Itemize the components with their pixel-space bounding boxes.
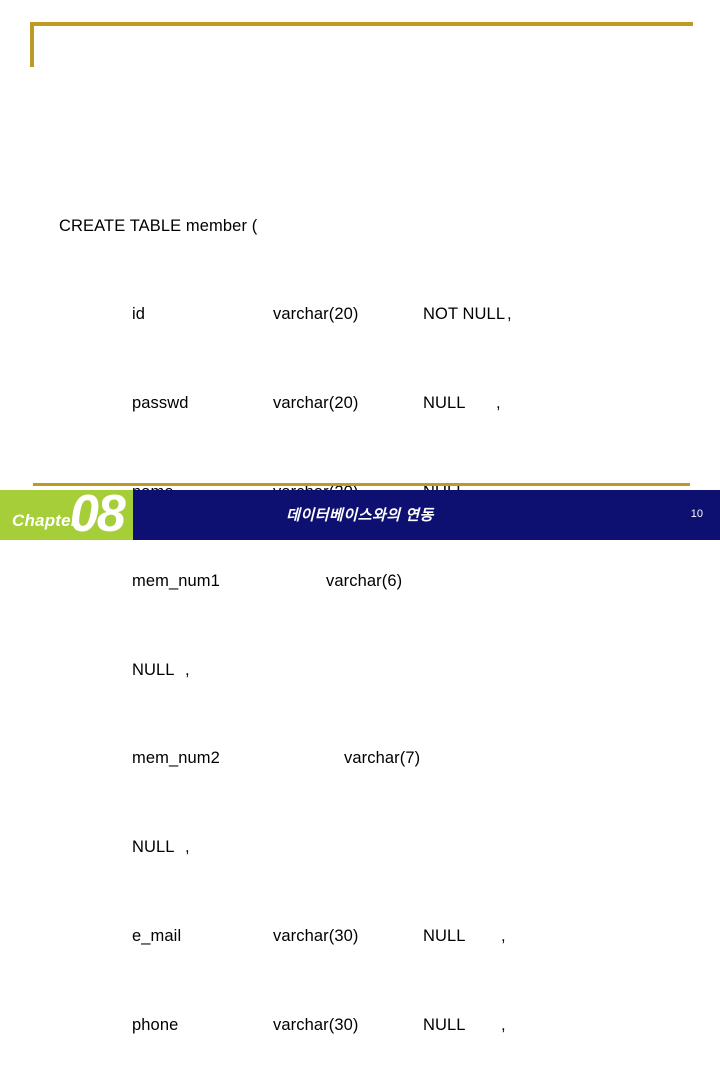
code-line: NULL, (0, 659, 720, 681)
column-null: NULL (132, 660, 175, 679)
column-separator: , (185, 838, 190, 857)
code-line: e_mail varchar(30) NULL, (0, 925, 720, 947)
column-type: varchar(20) (273, 394, 359, 413)
column-type: varchar(20) (273, 305, 359, 324)
column-separator: , (185, 660, 190, 679)
column-name: phone (132, 1015, 179, 1034)
column-null: NULL (423, 394, 466, 413)
footer-bar: Chapter 08 데이터베이스와의 연동 10 (0, 488, 720, 540)
code-line: mem_num2 varchar(7) (0, 747, 720, 769)
column-separator: , (501, 1015, 506, 1034)
top-rule-vertical (30, 22, 34, 67)
column-type: varchar(7) (344, 749, 421, 768)
column-name: passwd (132, 394, 189, 413)
slide: CREATE TABLE member ( id varchar(20) NOT N… (0, 0, 720, 1034)
column-separator: , (501, 926, 506, 945)
column-type: varchar(30) (273, 926, 359, 945)
code-line: CREATE TABLE member ( (0, 215, 720, 237)
column-separator: , (496, 394, 501, 413)
footer-title: 데이터베이스와의 연동 (286, 507, 434, 524)
code-line: id varchar(20) NOT NULL, (0, 303, 720, 325)
code-line: phone varchar(30) NULL, (0, 1014, 720, 1036)
sql-code-block: CREATE TABLE member ( id varchar(20) NOT N… (0, 148, 720, 1080)
column-name: id (132, 305, 146, 324)
code-line: NULL, (0, 836, 720, 858)
code-line: mem_num1 varchar(6) (0, 570, 720, 592)
top-rule-horizontal (30, 22, 693, 26)
column-name: mem_num2 (132, 749, 220, 768)
column-null: NULL (423, 1015, 466, 1034)
column-null: NOT NULL (423, 305, 506, 324)
page-number: 10 (690, 508, 703, 520)
column-null: NULL (132, 838, 175, 857)
footer-divider (33, 483, 690, 486)
column-type: varchar(6) (326, 571, 403, 590)
code-text: CREATE TABLE member ( (59, 216, 258, 235)
code-line: passwd varchar(20) NULL, (0, 392, 720, 414)
column-name: mem_num1 (132, 571, 220, 590)
column-null: NULL (423, 926, 466, 945)
column-type: varchar(30) (273, 1015, 359, 1034)
column-separator: , (507, 305, 512, 324)
column-name: e_mail (132, 926, 182, 945)
